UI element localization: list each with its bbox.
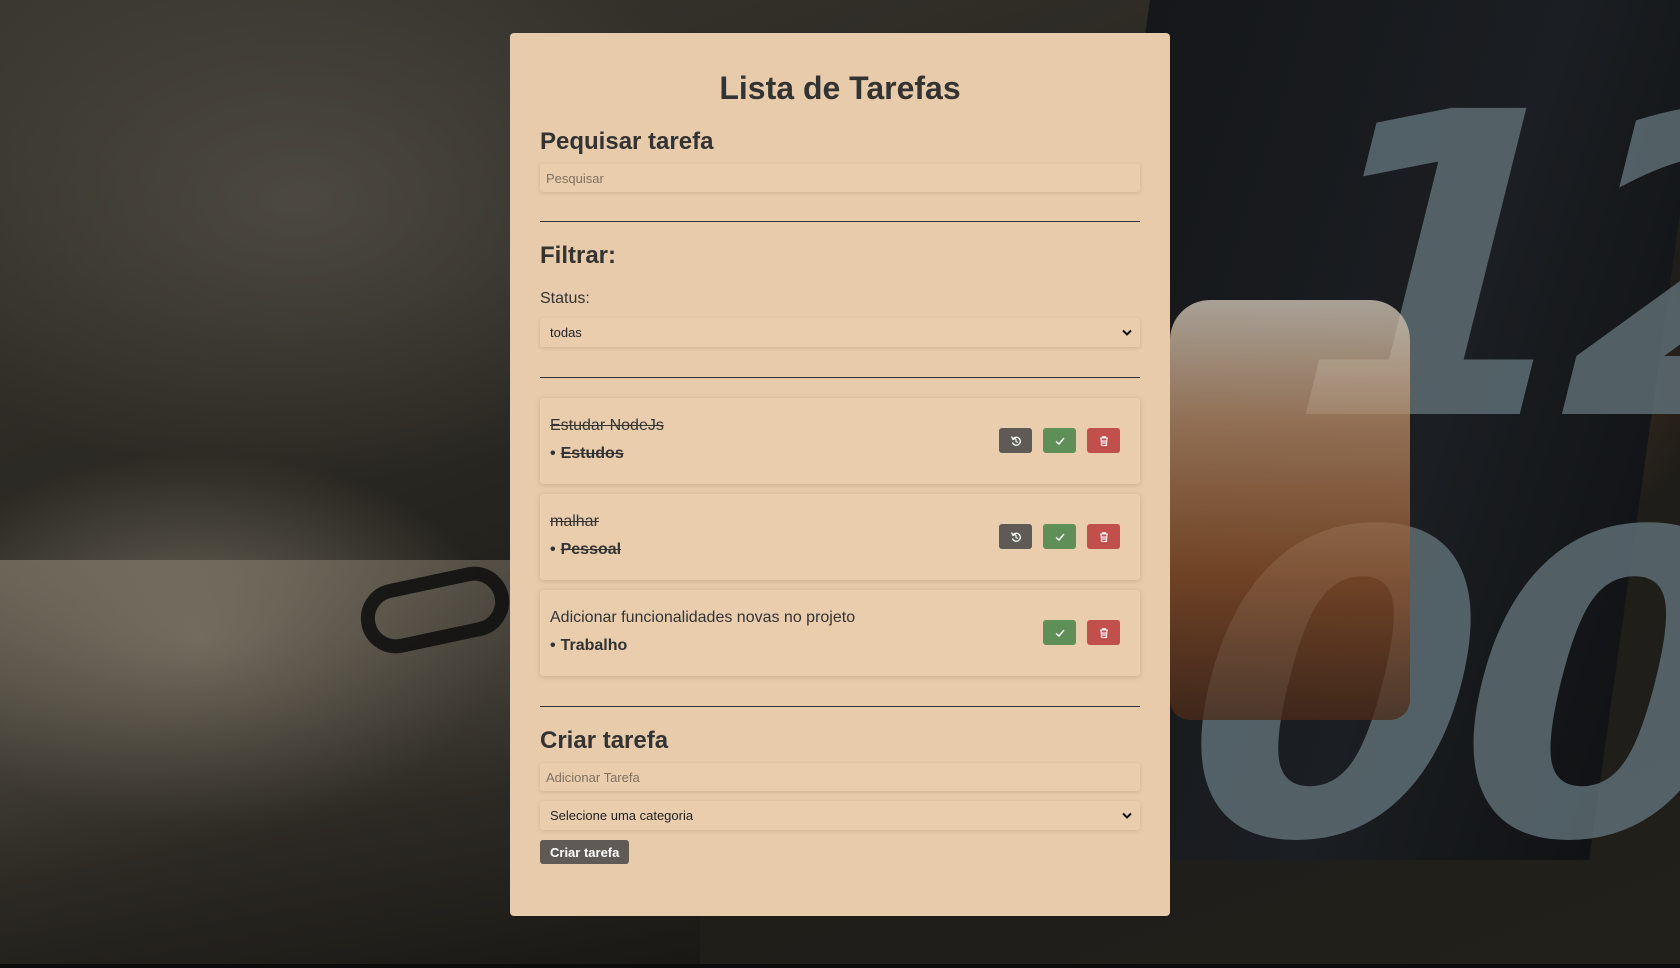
page-title: Lista de Tarefas: [719, 70, 961, 106]
add-task-input[interactable]: [540, 763, 1140, 791]
filter-heading: Filtrar:: [540, 242, 617, 269]
trash-icon: [1099, 531, 1108, 542]
background-cup: [1170, 300, 1410, 720]
undo-button[interactable]: [999, 428, 1032, 453]
divider: [540, 221, 1140, 222]
create-heading: Criar tarefa: [540, 727, 669, 754]
status-select-value: todas: [550, 325, 582, 340]
todo-item: malhar • Pessoal: [540, 494, 1140, 580]
todo-category-label: Estudos: [560, 445, 624, 462]
delete-button[interactable]: [1087, 524, 1120, 549]
chevron-down-icon: [1122, 801, 1132, 841]
todo-actions: [999, 524, 1120, 549]
todo-category-label: Pessoal: [560, 541, 622, 558]
todo-actions: [1043, 620, 1120, 645]
todo-app-card: Lista de Tarefas Pequisar tarefa Filtrar…: [510, 33, 1170, 916]
check-icon: [1055, 533, 1065, 541]
undo-icon: [1010, 435, 1021, 446]
divider: [540, 706, 1140, 707]
undo-button[interactable]: [999, 524, 1032, 549]
trash-icon: [1099, 627, 1108, 638]
status-label: Status:: [540, 290, 590, 307]
divider: [540, 377, 1140, 378]
todo-actions: [999, 428, 1120, 453]
category-select-value: Selecione uma categoria: [550, 808, 694, 823]
search-input[interactable]: [540, 164, 1140, 192]
status-select[interactable]: todas: [540, 318, 1140, 347]
check-icon: [1055, 629, 1065, 637]
check-icon: [1055, 437, 1065, 445]
search-heading: Pequisar tarefa: [540, 128, 714, 155]
category-select[interactable]: Selecione uma categoria: [540, 801, 1140, 830]
trash-icon: [1099, 435, 1108, 446]
undo-icon: [1010, 531, 1021, 542]
todo-category-label: Trabalho: [560, 637, 628, 654]
chevron-down-icon: [1122, 318, 1132, 358]
complete-button[interactable]: [1043, 524, 1076, 549]
create-task-button[interactable]: Criar tarefa: [540, 840, 630, 864]
complete-button[interactable]: [1043, 428, 1076, 453]
bullet: •: [550, 637, 556, 654]
todo-item: Adicionar funcionalidades novas no proje…: [540, 590, 1140, 676]
todo-item: Estudar NodeJs • Estudos: [540, 398, 1140, 484]
delete-button[interactable]: [1087, 428, 1120, 453]
delete-button[interactable]: [1087, 620, 1120, 645]
complete-button[interactable]: [1043, 620, 1076, 645]
bullet: •: [550, 541, 556, 558]
bullet: •: [550, 445, 556, 462]
bottom-strip: [0, 964, 1680, 968]
